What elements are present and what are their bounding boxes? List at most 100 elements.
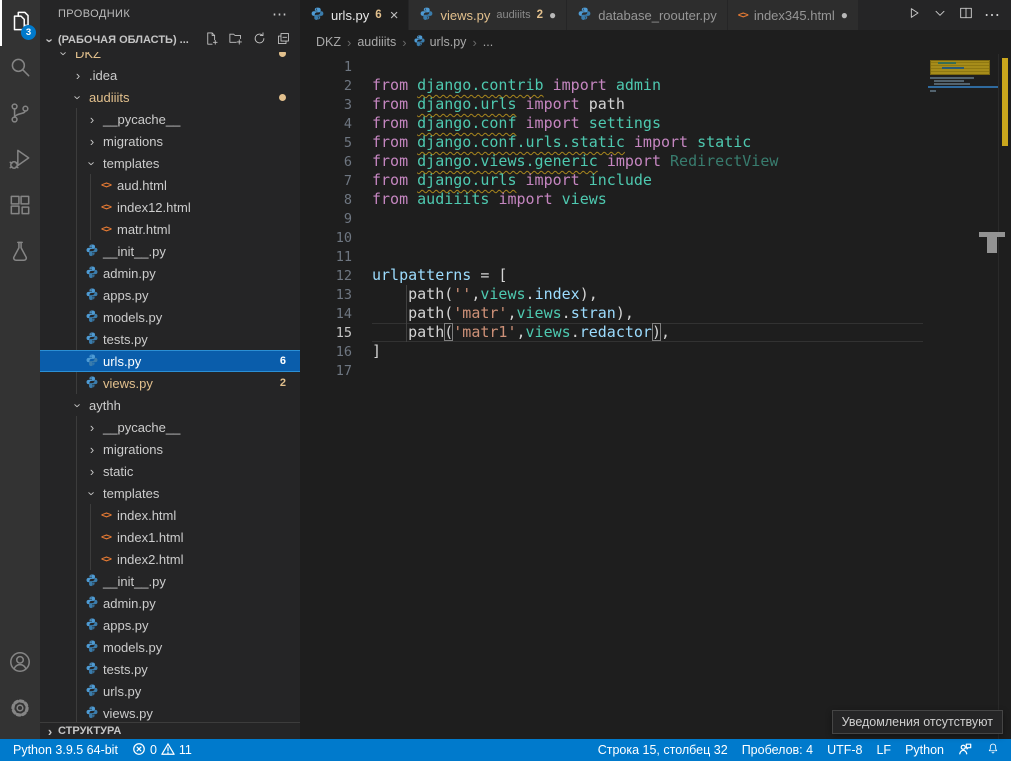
- tree-item-label: __pycache__: [103, 420, 180, 435]
- tree-file-models-py[interactable]: models.py: [40, 636, 300, 658]
- new-file-button[interactable]: [202, 31, 220, 49]
- close-icon[interactable]: ×: [390, 7, 399, 24]
- refresh-button[interactable]: [250, 31, 268, 49]
- status-python-interpreter[interactable]: Python 3.9.5 64-bit: [6, 739, 125, 761]
- tab-views-py[interactable]: views.pyaudiiits2●: [409, 0, 567, 30]
- run-dropdown[interactable]: [929, 3, 951, 27]
- tree-file-models-py[interactable]: models.py: [40, 306, 300, 328]
- tree-file--init-py[interactable]: __init__.py: [40, 570, 300, 592]
- tree-file-index1-html[interactable]: <>index1.html: [40, 526, 300, 548]
- new-file-icon: [204, 31, 219, 49]
- status-indentation[interactable]: Пробелов: 4: [735, 739, 820, 761]
- activity-settings[interactable]: [0, 687, 40, 733]
- code-line-9[interactable]: 9: [300, 209, 1011, 228]
- collapse-all-button[interactable]: [274, 31, 292, 49]
- code-line-10[interactable]: 10: [300, 228, 1011, 247]
- tree-folder-migrations[interactable]: ›migrations: [40, 130, 300, 152]
- workspace-section-header[interactable]: › (РАБОЧАЯ ОБЛАСТЬ) ...: [40, 28, 300, 52]
- tree-file-index12-html[interactable]: <>index12.html: [40, 196, 300, 218]
- tree-file-aud-html[interactable]: <>aud.html: [40, 174, 300, 196]
- status-language-mode[interactable]: Python: [898, 739, 951, 761]
- tree-file-admin-py[interactable]: admin.py: [40, 592, 300, 614]
- tree-file-index-html[interactable]: <>index.html: [40, 504, 300, 526]
- gear-icon: [7, 695, 33, 726]
- code-line-11[interactable]: 11: [300, 247, 1011, 266]
- tab-urls-py[interactable]: urls.py6×: [300, 0, 409, 30]
- tree-folder-dkz[interactable]: ›DKZ: [40, 52, 300, 64]
- activity-search[interactable]: [0, 46, 40, 92]
- tree-file--init-py[interactable]: __init__.py: [40, 240, 300, 262]
- activity-explorer[interactable]: 3: [0, 0, 40, 46]
- code-line-8[interactable]: 8from audiiits import views: [300, 190, 1011, 209]
- code-line-6[interactable]: 6from django.views.generic import Redire…: [300, 152, 1011, 171]
- tree-file-views-py[interactable]: views.py2: [40, 372, 300, 394]
- scrollbar-handle[interactable]: [987, 232, 997, 253]
- line-number: 4: [300, 114, 352, 133]
- breadcrumb-item[interactable]: urls.py: [413, 34, 467, 50]
- tree-folder--idea[interactable]: ›.idea: [40, 64, 300, 86]
- tree-folder-templates[interactable]: ›templates: [40, 152, 300, 174]
- tree-file-tests-py[interactable]: tests.py: [40, 328, 300, 350]
- tree-folder-aythh[interactable]: ›aythh: [40, 394, 300, 416]
- outline-section-header[interactable]: › СТРУКТУРА: [40, 722, 300, 739]
- run-button[interactable]: [903, 3, 925, 27]
- python-icon: [85, 595, 99, 612]
- status-label: Строка 15, столбец 32: [598, 743, 728, 757]
- code-line-1[interactable]: 1: [300, 57, 1011, 76]
- overview-ruler[interactable]: [998, 54, 1011, 739]
- tree-folder-static[interactable]: ›static: [40, 460, 300, 482]
- status-eol[interactable]: LF: [869, 739, 898, 761]
- tree-file-tests-py[interactable]: tests.py: [40, 658, 300, 680]
- status-feedback[interactable]: [951, 739, 979, 761]
- tree-file-apps-py[interactable]: apps.py: [40, 284, 300, 306]
- dirty-dot[interactable]: ●: [841, 8, 848, 22]
- problems-badge: 2: [280, 377, 286, 389]
- status-encoding[interactable]: UTF-8: [820, 739, 869, 761]
- tree-file-views-py[interactable]: views.py: [40, 702, 300, 722]
- dirty-dot[interactable]: ●: [549, 8, 556, 22]
- code-editor[interactable]: 12from django.contrib import admin3from …: [300, 54, 1011, 739]
- code-line-5[interactable]: 5from django.conf.urls.static import sta…: [300, 133, 1011, 152]
- activity-run-debug[interactable]: [0, 138, 40, 184]
- tree-file-urls-py[interactable]: urls.py: [40, 680, 300, 702]
- split-editor-button[interactable]: [955, 3, 977, 27]
- tree-folder-audiiits[interactable]: ›audiiits: [40, 86, 300, 108]
- tree-item-label: DKZ: [75, 52, 101, 61]
- breadcrumb-item[interactable]: audiiits: [357, 35, 396, 49]
- activity-source-control[interactable]: [0, 92, 40, 138]
- code-line-4[interactable]: 4from django.conf import settings: [300, 114, 1011, 133]
- tree-folder-templates[interactable]: ›templates: [40, 482, 300, 504]
- tree-folder-migrations[interactable]: ›migrations: [40, 438, 300, 460]
- tab-database-roouter-py[interactable]: database_roouter.py: [567, 0, 728, 30]
- code-line-7[interactable]: 7from django.urls import include: [300, 171, 1011, 190]
- tree-file-urls-py[interactable]: urls.py6: [40, 350, 300, 372]
- activity-testing[interactable]: [0, 230, 40, 276]
- code-line-3[interactable]: 3from django.urls import path: [300, 95, 1011, 114]
- html-icon: <>: [101, 510, 111, 521]
- tab-index345-html[interactable]: <>index345.html●: [728, 0, 859, 30]
- activity-account[interactable]: [0, 641, 40, 687]
- tree-file-matr-html[interactable]: <>matr.html: [40, 218, 300, 240]
- code-line-17[interactable]: 17: [300, 361, 1011, 380]
- new-folder-button[interactable]: [226, 31, 244, 49]
- tree-folder--pycache-[interactable]: ›__pycache__: [40, 416, 300, 438]
- more-actions[interactable]: ⋯: [981, 3, 1003, 27]
- html-icon: <>: [101, 202, 111, 213]
- status-notifications-bell[interactable]: [979, 739, 1007, 761]
- breadcrumb-item[interactable]: DKZ: [316, 35, 341, 49]
- activity-extensions[interactable]: [0, 184, 40, 230]
- code-line-12[interactable]: 12urlpatterns = [: [300, 266, 1011, 285]
- tree-file-apps-py[interactable]: apps.py: [40, 614, 300, 636]
- status-cursor-position[interactable]: Строка 15, столбец 32: [591, 739, 735, 761]
- code-text: path('matr',views.stran),: [372, 304, 923, 323]
- tree-folder--pycache-[interactable]: ›__pycache__: [40, 108, 300, 130]
- tree-file-admin-py[interactable]: admin.py: [40, 262, 300, 284]
- more-actions-icon[interactable]: ⋯: [272, 5, 288, 23]
- code-line-16[interactable]: 16]: [300, 342, 1011, 361]
- tree-item-label: views.py: [103, 706, 153, 721]
- status-problems[interactable]: 011: [125, 739, 199, 761]
- chevron-right-icon: ›: [84, 442, 100, 457]
- breadcrumb-item[interactable]: ...: [483, 35, 493, 49]
- tree-file-index2-html[interactable]: <>index2.html: [40, 548, 300, 570]
- code-line-2[interactable]: 2from django.contrib import admin: [300, 76, 1011, 95]
